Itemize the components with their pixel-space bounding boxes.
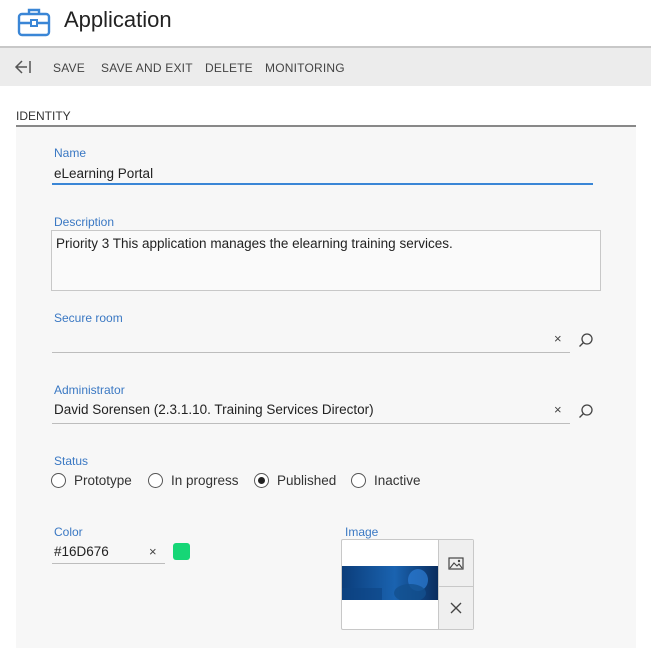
- color-label: Color: [54, 525, 83, 539]
- image-icon[interactable]: [439, 542, 473, 586]
- toolbar: SAVE SAVE AND EXIT DELETE MONITORING: [0, 46, 651, 86]
- secure-room-underline: [52, 352, 570, 353]
- status-label: Status: [54, 454, 89, 468]
- secure-room-label: Secure room: [54, 311, 123, 325]
- status-radio-prototype[interactable]: [51, 473, 66, 488]
- color-clear-button[interactable]: ×: [149, 544, 157, 559]
- status-option-published: Published: [277, 473, 337, 488]
- color-underline: [52, 563, 165, 564]
- color-input[interactable]: #16D676: [54, 544, 109, 559]
- page-title: Application: [64, 7, 172, 32]
- secure-room-search-icon[interactable]: [578, 332, 594, 348]
- administrator-underline: [52, 423, 570, 424]
- save-button[interactable]: SAVE: [53, 61, 85, 75]
- status-radio-published[interactable]: [254, 473, 269, 488]
- administrator-label: Administrator: [54, 383, 125, 397]
- status-radio-inactive[interactable]: [351, 473, 366, 488]
- description-text: Priority 3 This application manages the …: [56, 236, 453, 251]
- status-radio-in-progress[interactable]: [148, 473, 163, 488]
- header: Application: [0, 0, 651, 46]
- close-icon[interactable]: [439, 587, 473, 631]
- color-swatch[interactable]: [173, 543, 190, 560]
- status-option-prototype: Prototype: [74, 473, 132, 488]
- status-option-in-progress: In progress: [171, 473, 239, 488]
- image-thumbnail: [342, 566, 438, 600]
- briefcase-icon: [17, 8, 51, 37]
- status-option-inactive: Inactive: [374, 473, 421, 488]
- section-title: IDENTITY: [16, 109, 71, 123]
- save-and-exit-button[interactable]: SAVE AND EXIT: [101, 61, 193, 75]
- name-input[interactable]: eLearning Portal: [54, 166, 153, 181]
- back-arrow-icon[interactable]: [14, 58, 34, 76]
- image-label: Image: [345, 525, 379, 539]
- name-label: Name: [54, 146, 87, 160]
- monitoring-button[interactable]: MONITORING: [265, 61, 345, 75]
- description-label: Description: [54, 215, 115, 229]
- administrator-search-icon[interactable]: [578, 403, 594, 419]
- administrator-clear-button[interactable]: ×: [554, 402, 562, 417]
- administrator-input[interactable]: David Sorensen (2.3.1.10. Training Servi…: [54, 402, 374, 417]
- name-underline: [52, 183, 593, 185]
- secure-room-clear-button[interactable]: ×: [554, 331, 562, 346]
- delete-button[interactable]: DELETE: [205, 61, 253, 75]
